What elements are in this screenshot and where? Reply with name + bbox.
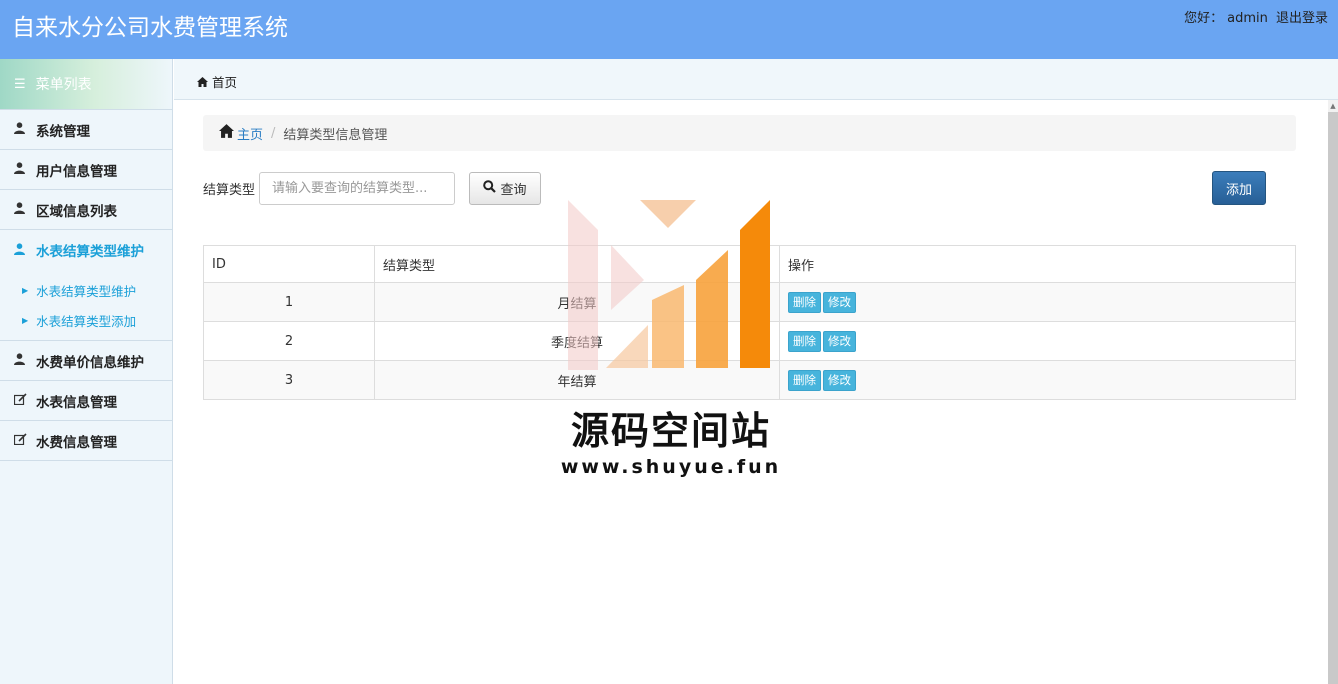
submenu: ▶ 水表结算类型维护 ▶ 水表结算类型添加 bbox=[0, 270, 172, 341]
query-button[interactable]: 查询 bbox=[469, 172, 541, 205]
cell-actions: 删除 修改 bbox=[779, 321, 1296, 361]
table-row: 1 月结算 删除 修改 bbox=[203, 282, 1296, 322]
sidebar-item-label: 区域信息列表 bbox=[36, 203, 117, 220]
column-header-actions: 操作 bbox=[779, 245, 1296, 283]
breadcrumb-home[interactable]: 主页 bbox=[219, 124, 263, 143]
menu-header-label: 菜单列表 bbox=[35, 77, 92, 93]
top-bar: 自来水分公司水费管理系统 您好： admin 退出登录 bbox=[0, 0, 1338, 59]
user-area: 您好： admin 退出登录 bbox=[1176, 7, 1328, 26]
cell-type: 月结算 bbox=[374, 282, 780, 322]
column-header-type: 结算类型 bbox=[374, 245, 780, 283]
tab-home-label: 首页 bbox=[211, 75, 237, 90]
user-icon bbox=[14, 353, 30, 368]
user-icon bbox=[14, 162, 30, 177]
sidebar-item-label: 水费单价信息维护 bbox=[36, 354, 144, 371]
cell-type: 季度结算 bbox=[374, 321, 780, 361]
sidebar-item-regions[interactable]: 区域信息列表 bbox=[0, 190, 172, 230]
main-content: 主页 / 结算类型信息管理 结算类型 查询 添加 ID 结算类型 操作 1 月结… bbox=[174, 100, 1328, 684]
add-button[interactable]: 添加 bbox=[1212, 171, 1266, 205]
submenu-item-settlement-add[interactable]: ▶ 水表结算类型添加 bbox=[0, 305, 172, 335]
home-icon bbox=[197, 75, 212, 90]
table-row: 3 年结算 删除 修改 bbox=[203, 360, 1296, 400]
search-icon bbox=[483, 180, 500, 197]
sidebar-item-users[interactable]: 用户信息管理 bbox=[0, 150, 172, 190]
search-input[interactable] bbox=[259, 172, 455, 205]
edit-button[interactable]: 修改 bbox=[823, 291, 856, 313]
submenu-item-label: 水表结算类型添加 bbox=[36, 313, 137, 329]
cell-actions: 删除 修改 bbox=[779, 282, 1296, 322]
sidebar-item-water-fees[interactable]: 水费信息管理 bbox=[0, 421, 172, 461]
scroll-up-icon[interactable]: ▲ bbox=[1328, 100, 1338, 112]
edit-icon bbox=[13, 433, 30, 448]
submenu-item-label: 水表结算类型维护 bbox=[36, 283, 137, 299]
edit-icon bbox=[13, 393, 30, 408]
column-header-id: ID bbox=[203, 245, 375, 283]
breadcrumb-separator: / bbox=[271, 125, 276, 141]
sidebar-item-label: 用户信息管理 bbox=[36, 163, 117, 180]
edit-button[interactable]: 修改 bbox=[823, 369, 856, 391]
sidebar-item-label: 系统管理 bbox=[36, 123, 90, 140]
settlement-type-table: ID 结算类型 操作 1 月结算 删除 修改 2 季度结算 删除 修改 3 年结… bbox=[203, 245, 1296, 400]
sidebar-item-label: 水表信息管理 bbox=[36, 394, 117, 411]
home-icon bbox=[219, 124, 237, 142]
search-label: 结算类型 bbox=[203, 183, 256, 198]
sidebar-item-system[interactable]: 系统管理 bbox=[0, 110, 172, 150]
app-title: 自来水分公司水费管理系统 bbox=[12, 15, 288, 41]
cell-actions: 删除 修改 bbox=[779, 360, 1296, 400]
table-row: 2 季度结算 删除 修改 bbox=[203, 321, 1296, 361]
table-header-row: ID 结算类型 操作 bbox=[203, 245, 1296, 283]
delete-button[interactable]: 删除 bbox=[788, 330, 821, 352]
caret-right-icon: ▶ bbox=[22, 315, 29, 325]
edit-button[interactable]: 修改 bbox=[823, 330, 856, 352]
query-button-label: 查询 bbox=[500, 183, 527, 198]
sidebar-item-label: 水费信息管理 bbox=[36, 434, 117, 451]
submenu-item-settlement-maintain[interactable]: ▶ 水表结算类型维护 bbox=[0, 275, 172, 305]
breadcrumb: 主页 / 结算类型信息管理 bbox=[203, 115, 1296, 151]
user-icon bbox=[14, 122, 30, 137]
sidebar-item-meters[interactable]: 水表信息管理 bbox=[0, 381, 172, 421]
sidebar-item-meter-settlement[interactable]: 水表结算类型维护 bbox=[0, 230, 172, 270]
tab-home[interactable]: 首页 bbox=[197, 72, 237, 91]
tab-bar: 首页 bbox=[174, 59, 1338, 100]
username: admin bbox=[1227, 11, 1268, 26]
delete-button[interactable]: 删除 bbox=[788, 291, 821, 313]
user-icon bbox=[14, 242, 30, 258]
user-icon bbox=[14, 202, 30, 217]
cell-type: 年结算 bbox=[374, 360, 780, 400]
sidebar-item-unit-price[interactable]: 水费单价信息维护 bbox=[0, 341, 172, 381]
menu-header: ☰ 菜单列表 bbox=[0, 59, 172, 110]
logout-link[interactable]: 退出登录 bbox=[1276, 11, 1328, 26]
cell-id: 1 bbox=[203, 282, 375, 322]
cell-id: 3 bbox=[203, 360, 375, 400]
vertical-scrollbar[interactable]: ▲ bbox=[1328, 100, 1338, 684]
cell-id: 2 bbox=[203, 321, 375, 361]
delete-button[interactable]: 删除 bbox=[788, 369, 821, 391]
greeting-label: 您好： bbox=[1184, 11, 1224, 26]
caret-right-icon: ▶ bbox=[22, 285, 29, 295]
sidebar-item-label: 水表结算类型维护 bbox=[36, 244, 144, 260]
breadcrumb-current: 结算类型信息管理 bbox=[283, 127, 388, 143]
breadcrumb-home-label: 主页 bbox=[237, 127, 264, 143]
sidebar: ☰ 菜单列表 系统管理 用户信息管理 区域信息列表 水表结算类型维护 ▶ 水表结… bbox=[0, 59, 173, 684]
list-icon: ☰ bbox=[14, 76, 26, 92]
